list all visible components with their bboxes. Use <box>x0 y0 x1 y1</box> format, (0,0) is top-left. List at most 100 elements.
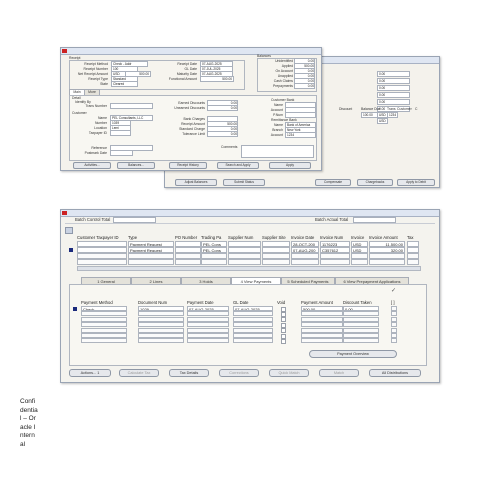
payment-row7-discount-taken[interactable] <box>343 338 379 344</box>
flashlight-icon[interactable] <box>65 227 73 234</box>
payment-row5-method[interactable] <box>81 327 127 333</box>
payment-row3-document-num[interactable] <box>138 316 184 322</box>
payment-row7-void-checkbox[interactable] <box>281 339 286 344</box>
payment-row1-flex[interactable] <box>391 306 397 311</box>
payment-row7-payment-amount[interactable] <box>301 338 343 344</box>
payment-row3-payment-date[interactable] <box>187 316 229 322</box>
payment-row2-gl-date[interactable] <box>233 311 273 317</box>
payment-row7-document-num[interactable] <box>138 338 184 344</box>
row4-supplier-num[interactable] <box>228 259 261 265</box>
payment-row1-void-checkbox[interactable] <box>281 306 286 312</box>
apply-button[interactable]: Apply <box>269 162 311 169</box>
payment-row5-flex[interactable] <box>391 327 397 333</box>
payment-row4-discount-taken[interactable] <box>343 322 379 328</box>
payment-row2-flex[interactable] <box>391 311 397 317</box>
postmark-date-field[interactable] <box>110 150 133 156</box>
row4-invoice-num[interactable] <box>320 259 350 265</box>
payment-row6-method[interactable] <box>81 333 127 338</box>
comments-field[interactable] <box>241 145 314 158</box>
payment-row3-flex[interactable] <box>391 316 397 322</box>
row4-invoice-amount[interactable] <box>369 259 405 265</box>
payment-row5-gl-date[interactable] <box>233 327 273 333</box>
payment-overview-button[interactable]: Payment Overview <box>309 350 397 358</box>
functional-amount-label: Functional Amount <box>168 77 197 81</box>
payment-row5-discount-taken[interactable] <box>343 327 379 333</box>
actions-button[interactable]: Actions... 1 <box>69 369 111 377</box>
payment-row5-document-num[interactable] <box>138 327 184 333</box>
adjust-balances-button[interactable]: Adjust Balances <box>175 179 217 186</box>
payment-row2-document-num[interactable] <box>138 311 184 317</box>
payment-row3-void-checkbox[interactable] <box>281 317 286 323</box>
row4-tax[interactable] <box>407 259 419 265</box>
payment-row6-flex[interactable] <box>391 333 397 338</box>
payment-row6-document-num[interactable] <box>138 333 184 338</box>
all-distributions-button[interactable]: All Distributions <box>369 369 421 377</box>
invoices-horizontal-scrollbar[interactable] <box>77 266 421 271</box>
payment-row2-method[interactable] <box>81 311 127 317</box>
submit-status-button[interactable]: Submit Status <box>223 179 265 186</box>
payment-row3-discount-taken[interactable] <box>343 316 379 322</box>
payment-row1-gl-date[interactable]: 07-AUG-2025 <box>233 306 273 311</box>
row4-trading-partner[interactable] <box>201 259 227 265</box>
payment-row4-flex[interactable] <box>391 322 397 328</box>
payment-row3-payment-amount[interactable] <box>301 316 343 322</box>
chargebacks-button[interactable]: Chargebacks <box>357 179 393 186</box>
remittance-bank-account-field[interactable]: 1234 <box>285 132 316 138</box>
payment-row4-document-num[interactable] <box>138 322 184 328</box>
payment-row2-payment-amount[interactable] <box>301 311 343 317</box>
payment-row7-payment-date[interactable] <box>187 338 229 344</box>
payment-row4-method[interactable] <box>81 322 127 328</box>
payment-row6-payment-amount[interactable] <box>301 333 343 338</box>
payment-row6-void-checkbox[interactable] <box>281 333 286 339</box>
row4-po-number[interactable] <box>175 259 201 265</box>
payment-row1-discount-taken[interactable]: 0.00 <box>343 306 379 311</box>
payment-row4-payment-amount[interactable] <box>301 322 343 328</box>
payment-row7-gl-date[interactable] <box>233 338 273 344</box>
bg-row1-amount[interactable]: 100.00 <box>361 112 378 118</box>
balances-button[interactable]: Balances... <box>117 162 155 169</box>
activities-button[interactable]: Activities... <box>73 162 111 169</box>
compensate-button[interactable]: Compensate <box>315 179 351 186</box>
payment-row6-payment-date[interactable] <box>187 333 229 338</box>
row4-taxpayer-id[interactable] <box>77 259 127 265</box>
search-and-apply-button[interactable]: Search and Apply <box>217 162 259 169</box>
bg-row1-trans[interactable]: 1234 <box>387 112 398 118</box>
payment-selected-row-indicator[interactable] <box>73 306 77 311</box>
payment-row1-payment-amount[interactable]: 500.00 <box>301 306 343 311</box>
payment-row1-payment-date[interactable]: 07-AUG-2025 <box>187 306 229 311</box>
payment-row4-gl-date[interactable] <box>233 322 273 328</box>
payment-row1-document-num[interactable]: 1029 <box>138 306 184 311</box>
close-icon[interactable] <box>62 211 67 215</box>
close-icon[interactable] <box>62 49 67 53</box>
payment-row5-payment-amount[interactable] <box>301 327 343 333</box>
apply-to-debit-button[interactable]: Apply to Debit <box>397 179 435 186</box>
payment-row3-method[interactable] <box>81 316 127 322</box>
payment-row6-gl-date[interactable] <box>233 333 273 338</box>
match-button[interactable]: Match <box>319 369 359 377</box>
corrections-button[interactable]: Corrections <box>219 369 259 377</box>
payment-row3-gl-date[interactable] <box>233 316 273 322</box>
payment-row1-method[interactable]: Check <box>81 306 127 311</box>
payment-row2-payment-date[interactable] <box>187 311 229 317</box>
row4-supplier-site[interactable] <box>262 259 290 265</box>
row4-type[interactable] <box>128 259 174 265</box>
payment-row2-void-checkbox[interactable] <box>281 312 286 317</box>
trans-number-field[interactable] <box>110 103 153 109</box>
receipt-history-button[interactable]: Receipt History <box>169 162 207 169</box>
bg-row2-currency[interactable]: USD <box>377 118 388 124</box>
payment-row4-payment-date[interactable] <box>187 322 229 328</box>
taxpayer-id-field[interactable] <box>110 130 131 136</box>
tax-details-button[interactable]: Tax Details <box>169 369 209 377</box>
row4-invoice-date[interactable] <box>291 259 319 265</box>
payment-row7-flex[interactable] <box>391 338 397 344</box>
row4-invoice-currency[interactable] <box>351 259 368 265</box>
payment-row5-payment-date[interactable] <box>187 327 229 333</box>
payment-row6-discount-taken[interactable] <box>343 333 379 338</box>
payment-row7-method[interactable] <box>81 338 127 344</box>
payment-row2-discount-taken[interactable] <box>343 311 379 317</box>
calculate-tax-button[interactable]: Calculate Tax <box>119 369 159 377</box>
selected-row-indicator[interactable] <box>69 248 73 252</box>
quick-match-button[interactable]: Quick Match <box>269 369 309 377</box>
payment-row5-void-checkbox[interactable] <box>281 328 286 334</box>
payment-row4-void-checkbox[interactable] <box>281 322 286 328</box>
